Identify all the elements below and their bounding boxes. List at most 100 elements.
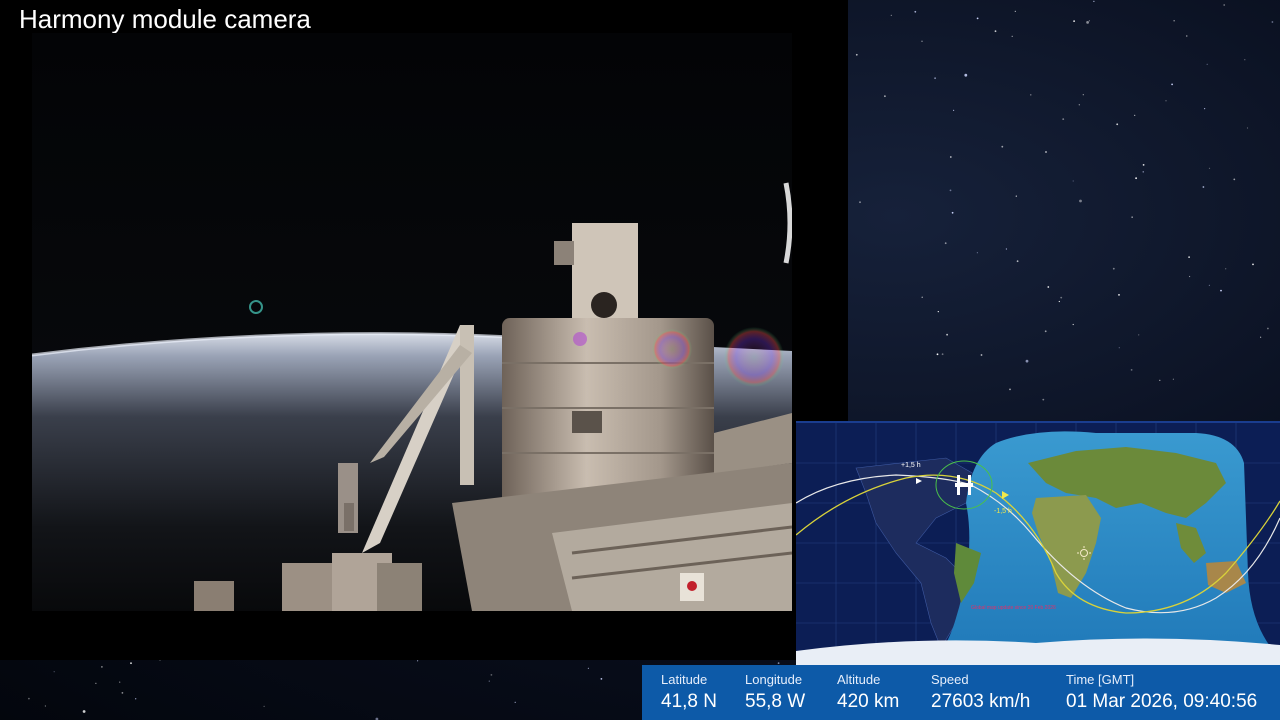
star [101, 666, 103, 668]
star [1189, 275, 1191, 278]
star [1271, 21, 1274, 23]
star [1208, 284, 1210, 286]
star [1202, 186, 1205, 188]
star [1072, 180, 1074, 182]
speed-value: 27603 km/h [931, 691, 1031, 712]
star [1045, 151, 1047, 153]
star [859, 201, 861, 204]
star [1188, 256, 1190, 258]
star [921, 296, 923, 298]
star [1173, 20, 1175, 22]
star [263, 705, 265, 708]
star [135, 698, 137, 700]
star [1142, 164, 1145, 166]
star [914, 10, 917, 13]
orbit-behind-label: -1,5 h [994, 508, 1012, 515]
star [936, 353, 939, 356]
star [1130, 369, 1133, 371]
orbit-ahead-label: +1,5 h [901, 462, 921, 469]
star [884, 95, 886, 98]
star [1009, 388, 1011, 391]
altitude-label: Altitude [837, 672, 881, 687]
star [921, 40, 923, 42]
camera-panel: Harmony module camera [0, 0, 848, 660]
star [514, 701, 516, 703]
longitude-value: 55,8 W [745, 691, 806, 712]
star [1014, 10, 1016, 12]
star [1206, 63, 1208, 65]
map-footer-note: Global map update since 20 Feb 2026 [971, 605, 1056, 611]
star [1244, 59, 1246, 61]
star [964, 73, 968, 77]
camera-title: Harmony module camera [19, 4, 311, 34]
star [953, 109, 955, 111]
star [1078, 104, 1080, 106]
star [1025, 359, 1029, 363]
star [82, 710, 86, 713]
star [1082, 94, 1084, 96]
star [1208, 167, 1211, 169]
star [1112, 267, 1115, 270]
star [855, 53, 858, 56]
star [1233, 178, 1236, 181]
longitude-label: Longitude [745, 672, 803, 687]
star [1142, 171, 1144, 173]
star [1159, 379, 1161, 381]
star [1220, 289, 1222, 292]
star [1073, 20, 1075, 22]
time-label: Time [GMT] [1066, 672, 1135, 687]
altitude-value: 420 km [837, 691, 900, 712]
star [949, 156, 952, 158]
star [1131, 216, 1133, 218]
star [1072, 323, 1074, 326]
star [1042, 398, 1045, 401]
star [1118, 347, 1120, 349]
star [890, 14, 892, 16]
star [1058, 300, 1060, 303]
star [976, 17, 979, 20]
star [1134, 114, 1136, 116]
star [1225, 268, 1227, 270]
star [130, 662, 132, 665]
latitude-value: 41,8 N [661, 691, 717, 712]
star [1267, 327, 1269, 330]
star [1044, 330, 1047, 333]
star [1062, 118, 1065, 120]
star [587, 667, 590, 669]
star [1252, 263, 1254, 266]
ground-track-map: +1,5 h -1,5 h Global map update since 20… [796, 421, 1280, 667]
star [976, 252, 979, 254]
camera-feed [32, 33, 792, 611]
star [119, 681, 121, 683]
star [937, 311, 939, 313]
star [1088, 20, 1090, 22]
speed-label: Speed [931, 672, 969, 687]
star [1246, 127, 1249, 129]
star [600, 678, 603, 680]
star [1186, 35, 1188, 37]
star [1005, 248, 1008, 250]
star [1086, 21, 1089, 24]
star [121, 692, 124, 694]
star [1030, 94, 1032, 96]
star [994, 30, 997, 33]
star [28, 697, 30, 700]
stream-stage: Harmony module camera +1,5 h -1,5 h Glob… [0, 0, 1280, 720]
star [1118, 294, 1120, 296]
star [1079, 199, 1082, 203]
star [1047, 286, 1050, 288]
star [949, 189, 952, 192]
telemetry-bar: Latitude 41,8 N Longitude 55,8 W Altitud… [642, 665, 1280, 720]
star [1223, 4, 1226, 6]
star [951, 211, 954, 214]
latitude-label: Latitude [661, 672, 708, 687]
star [1060, 296, 1063, 299]
star [1011, 35, 1013, 37]
star [1260, 336, 1262, 338]
star [53, 671, 55, 673]
star [417, 660, 419, 662]
star [1116, 123, 1119, 126]
star [1165, 100, 1167, 102]
star [946, 333, 948, 336]
star [1171, 83, 1173, 86]
